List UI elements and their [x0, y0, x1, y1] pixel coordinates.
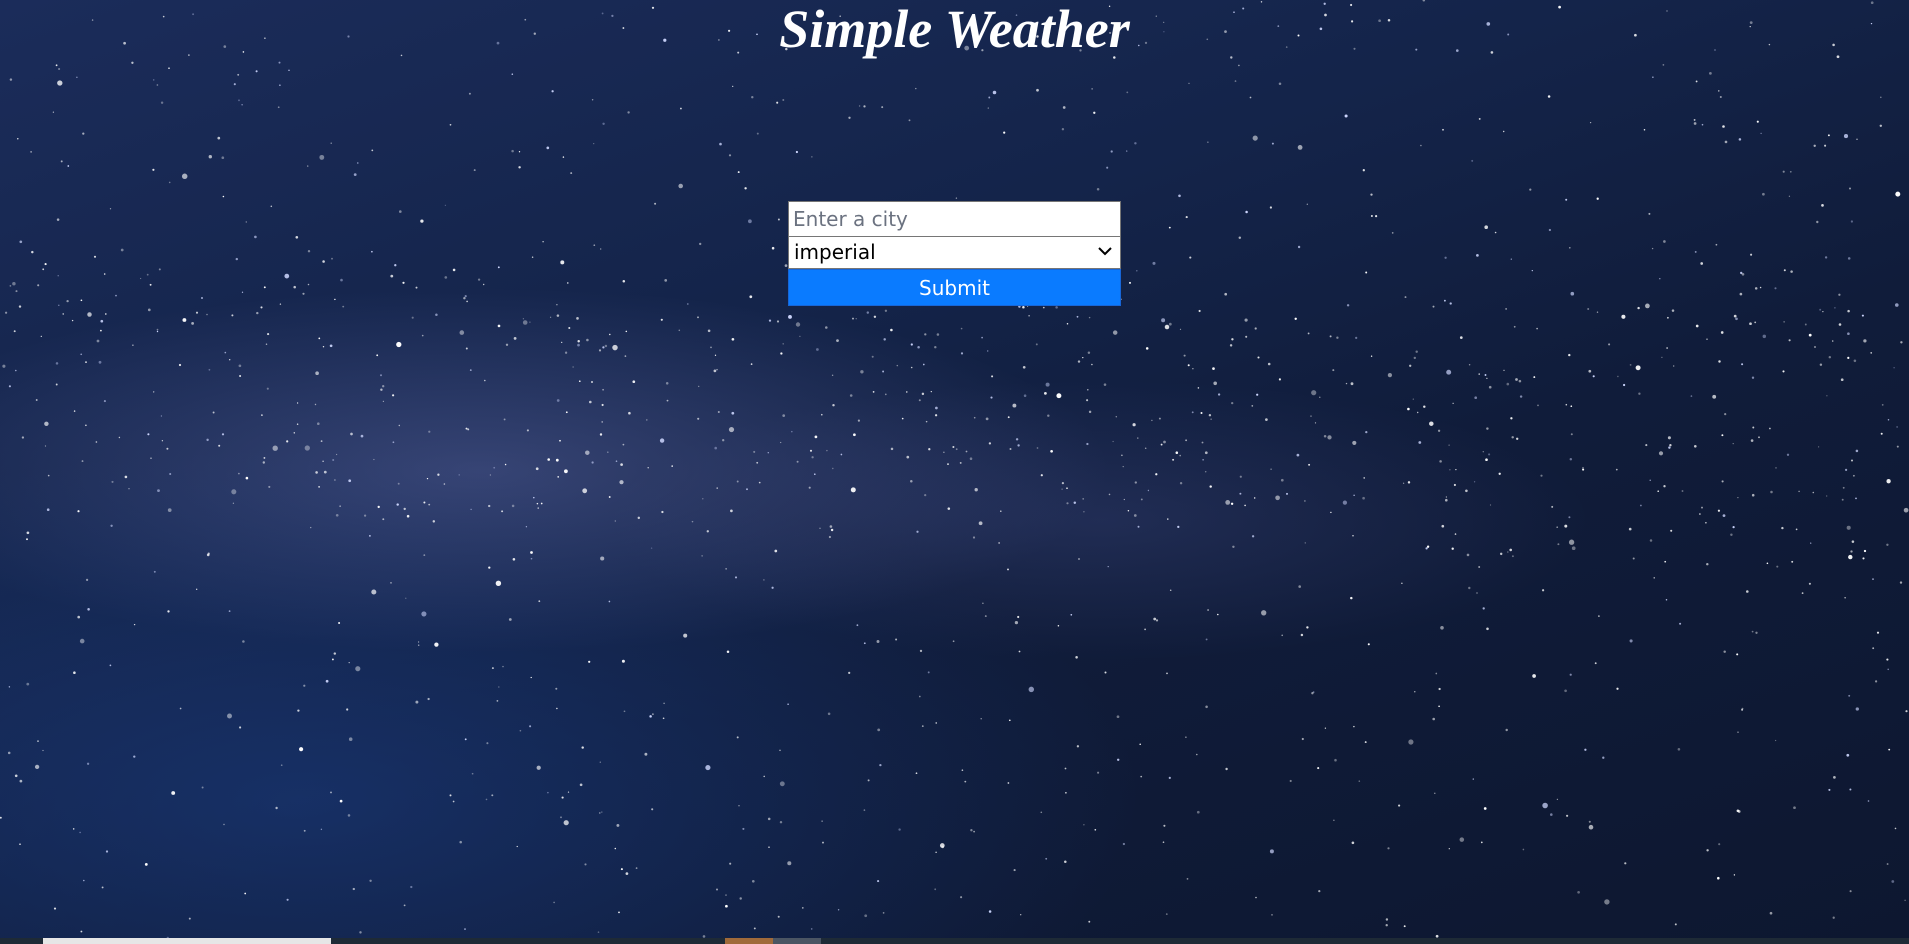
taskbar	[0, 938, 1909, 944]
taskbar-item[interactable]	[725, 938, 773, 944]
chevron-down-icon	[1098, 247, 1112, 256]
taskbar-item[interactable]	[773, 938, 821, 944]
weather-form: imperial Submit	[788, 201, 1121, 306]
unit-select-value: imperial	[794, 240, 876, 264]
taskbar-item[interactable]	[43, 938, 331, 944]
submit-button[interactable]: Submit	[788, 269, 1121, 306]
page-title: Simple Weather	[779, 0, 1130, 59]
unit-select[interactable]: imperial	[788, 237, 1121, 269]
city-input[interactable]	[788, 201, 1121, 237]
page: Simple Weather imperial Submit	[0, 0, 1909, 944]
